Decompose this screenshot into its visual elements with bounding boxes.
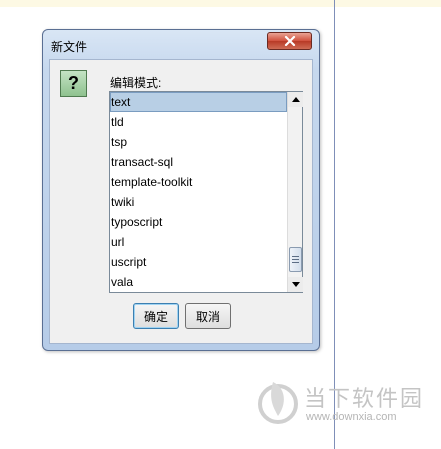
- question-glyph: ?: [68, 73, 79, 93]
- list-item-text[interactable]: text: [110, 92, 287, 112]
- vertical-scrollbar[interactable]: [287, 92, 303, 292]
- list-item-template-toolkit[interactable]: template-toolkit: [110, 172, 287, 192]
- dialog-title: 新文件: [51, 40, 88, 54]
- question-icon: ?: [60, 70, 87, 97]
- list-item-url[interactable]: url: [110, 232, 287, 252]
- edit-mode-list[interactable]: text tld tsp transact-sql template-toolk…: [109, 91, 303, 293]
- dialog-body: ? 编辑模式: text tld tsp transact-sql templa…: [49, 59, 313, 344]
- list-item-transact-sql[interactable]: transact-sql: [110, 152, 287, 172]
- list-item-vala[interactable]: vala: [110, 272, 287, 292]
- grip-line: [292, 256, 299, 257]
- grip-line: [292, 259, 299, 260]
- close-icon: [284, 36, 295, 46]
- scroll-down-button[interactable]: [288, 277, 303, 292]
- watermark: 当下软件园 www.downxia.com: [256, 378, 436, 428]
- title-bar[interactable]: 新文件: [43, 30, 319, 58]
- new-file-dialog: 新文件 ? 编辑模式: text tld tsp transact-sql te…: [42, 29, 320, 351]
- list-item-twiki[interactable]: twiki: [110, 192, 287, 212]
- scroll-up-button[interactable]: [288, 92, 303, 107]
- watermark-url: www.downxia.com: [306, 411, 397, 423]
- arrow-down-icon: [291, 282, 300, 287]
- cancel-button[interactable]: 取消: [185, 303, 231, 329]
- list-item-tld[interactable]: tld: [110, 112, 287, 132]
- grip-line: [292, 262, 299, 263]
- scroll-thumb[interactable]: [289, 247, 302, 272]
- list-item-uscript[interactable]: uscript: [110, 252, 287, 272]
- edit-mode-options: text tld tsp transact-sql template-toolk…: [110, 92, 287, 292]
- list-item-typoscript[interactable]: typoscript: [110, 212, 287, 232]
- edit-mode-label: 编辑模式:: [110, 76, 162, 90]
- watermark-logo-icon: [258, 382, 298, 424]
- list-item-tsp[interactable]: tsp: [110, 132, 287, 152]
- close-button[interactable]: [267, 32, 312, 50]
- ok-button[interactable]: 确定: [133, 303, 179, 329]
- arrow-up-icon: [291, 97, 300, 102]
- watermark-brand: 当下软件园: [304, 386, 425, 411]
- background-strip: [0, 0, 441, 7]
